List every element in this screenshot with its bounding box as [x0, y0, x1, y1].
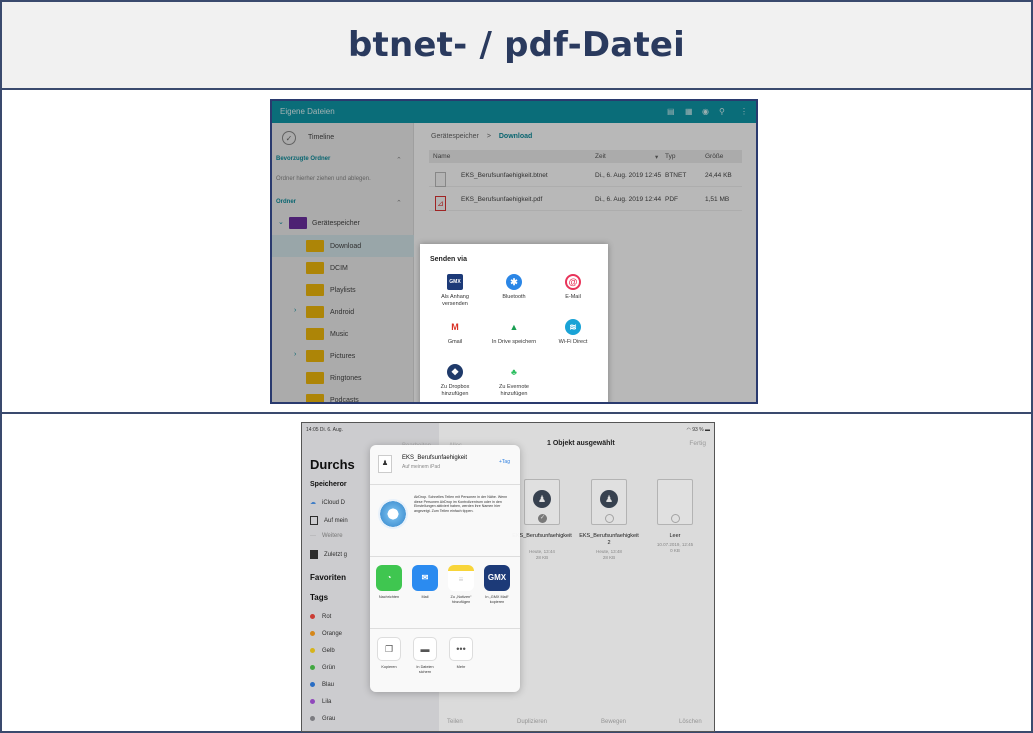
share-app[interactable]: ◔ Nachrichten [374, 565, 404, 600]
evernote-icon: ♣ [506, 364, 522, 380]
google-drive-icon: ▲ [506, 319, 522, 335]
share-target[interactable]: ❖ Zu Dropbox hinzufügen [428, 364, 482, 398]
done-button[interactable]: Fertig [689, 440, 706, 447]
share-target[interactable]: ♣ Zu Evernote hinzufügen [487, 364, 541, 398]
share-target-label: Wi-Fi Direct [558, 339, 588, 345]
status-time: 14:05 Di. 6. Aug. [306, 427, 343, 433]
messages-icon: ◔ [376, 565, 402, 591]
share-action-label: In Dateien sichern [416, 665, 434, 674]
slide-header: btnet- / pdf-Datei [2, 2, 1031, 90]
airdrop-description: AirDrop. Schnelles Teilen mit Personen i… [414, 495, 508, 513]
battery-icon: ▬ [703, 427, 710, 433]
share-actions-row: ❐ Kopieren ▬ In Dateien sichern ••• Mehr [370, 629, 520, 692]
share-app[interactable]: ≡ Zu „Notizen“ hinzufügen [446, 565, 476, 605]
share-sheet: Senden via GMX Als Anhang versenden ✱ Bluet… [420, 244, 608, 402]
document-user-icon: ♟ [378, 455, 392, 473]
bluetooth-icon: ✱ [506, 274, 522, 290]
airdrop-icon [378, 499, 408, 529]
folder-icon: ▬ [413, 637, 437, 661]
slide-frame: btnet- / pdf-Datei Eigene Dateien ▤ ▦ ◉ … [0, 0, 1033, 733]
share-popover: ♟ EKS_Berufsunfaehigkeit Auf meinem iPad… [370, 445, 520, 692]
ipad-files-screenshot: Durchs Speicheror ☁ iCloud D Auf mein ···… [301, 422, 715, 732]
share-app-label: Zu „Notizen“ hinzufügen [450, 595, 472, 604]
share-app-label: In „GMX Mail“ kopieren [485, 595, 509, 604]
share-target[interactable]: GMX Als Anhang versenden [428, 274, 482, 308]
share-target[interactable]: M Gmail [428, 319, 482, 346]
share-target[interactable]: ▲ In Drive speichern [487, 319, 541, 346]
gmx-mail-icon: GMX [484, 565, 510, 591]
share-target-label: E-Mail [565, 294, 581, 300]
row-divider [2, 412, 1031, 414]
android-file-manager-screenshot: Eigene Dateien ▤ ▦ ◉ ⚲ ⋮ ✓ Timeline Bevo… [270, 99, 758, 404]
add-tag-button[interactable]: +Tag [499, 459, 510, 465]
email-icon: @ [565, 274, 581, 290]
share-target-label: Gmail [447, 339, 463, 345]
share-file-name: EKS_Berufsunfaehigkeit [402, 455, 468, 461]
share-action-label: Mehr [456, 665, 466, 669]
share-target-label: Als Anhang versenden [441, 294, 469, 307]
share-target-label: In Drive speichern [491, 339, 537, 345]
share-action[interactable]: ❐ Kopieren [374, 637, 404, 670]
share-target[interactable]: @ E-Mail [546, 274, 600, 301]
share-target-label: Zu Dropbox hinzufügen [440, 384, 470, 397]
share-action[interactable]: ▬ In Dateien sichern [410, 637, 440, 675]
share-target-label: Bluetooth [502, 294, 526, 300]
share-action[interactable]: ••• Mehr [446, 637, 476, 670]
share-sheet-title: Senden via [430, 256, 467, 263]
status-battery: ◠ 93 % ▬ [686, 427, 710, 433]
share-file-location: Auf meinem iPad [402, 464, 441, 470]
share-header: ♟ EKS_Berufsunfaehigkeit Auf meinem iPad… [370, 445, 520, 485]
airdrop-section[interactable]: AirDrop. Schnelles Teilen mit Personen i… [370, 485, 520, 557]
share-apps-row: ◔ Nachrichten ✉ Mail ≡ Zu „Notizen“ hinzufüge… [370, 557, 520, 629]
share-action-label: Kopieren [381, 665, 397, 669]
mail-icon: ✉ [412, 565, 438, 591]
share-app[interactable]: GMX In „GMX Mail“ kopieren [482, 565, 512, 605]
share-app[interactable]: ✉ Mail [410, 565, 440, 600]
share-target[interactable]: ✱ Bluetooth [487, 274, 541, 301]
battery-percent: 93 % [692, 427, 704, 433]
gmail-icon: M [447, 319, 463, 335]
notes-icon: ≡ [448, 565, 474, 591]
selection-title: 1 Objekt ausgewählt [547, 440, 615, 447]
dropbox-icon: ❖ [447, 364, 463, 380]
share-app-label: Mail [421, 595, 429, 599]
more-icon: ••• [449, 637, 473, 661]
slide-title: btnet- / pdf-Datei [347, 25, 686, 65]
share-target[interactable]: ≋ Wi-Fi Direct [546, 319, 600, 346]
gmx-icon: GMX [447, 274, 463, 290]
share-target-label: Zu Evernote hinzufügen [499, 384, 529, 397]
share-app-label: Nachrichten [378, 595, 400, 599]
wifi-direct-icon: ≋ [565, 319, 581, 335]
copy-icon: ❐ [377, 637, 401, 661]
